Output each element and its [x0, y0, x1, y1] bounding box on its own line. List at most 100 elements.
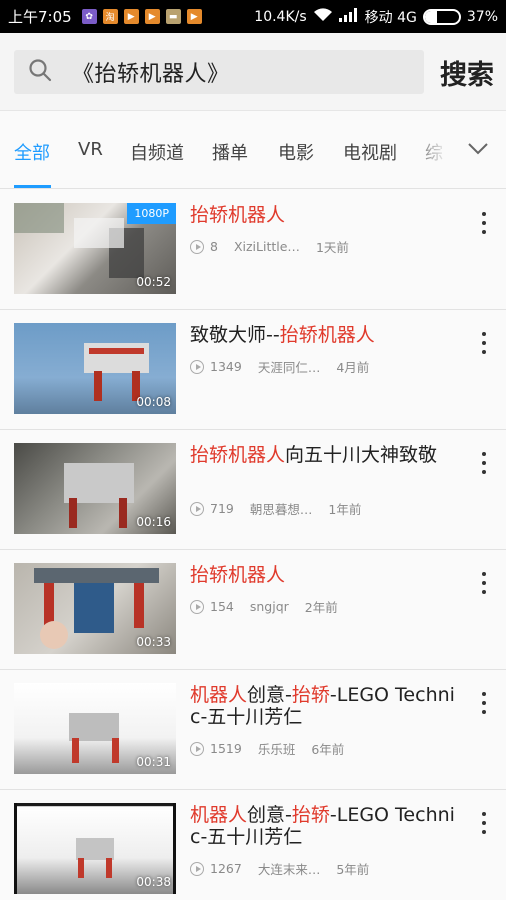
uploader-name: 朝思暮想… — [249, 502, 313, 517]
video-item[interactable]: 00:38 机器人创意-抬轿-LEGO Technic-五十川芳仁 1267 大… — [0, 790, 506, 900]
video-title-text: 抬轿机器人 — [190, 564, 286, 586]
upload-time: 4月前 — [336, 360, 370, 375]
tab-vr[interactable]: VR — [78, 139, 103, 160]
battery-icon — [422, 8, 461, 25]
video-title-text: 致敬大师--抬轿机器人 — [190, 324, 375, 346]
video-duration: 00:08 — [136, 395, 171, 409]
play-count-icon — [190, 861, 204, 876]
title-rest: 致敬大师-- — [190, 324, 280, 346]
video-duration: 00:16 — [136, 515, 171, 529]
tabs-fade — [408, 121, 448, 177]
video-meta: 1519 乐乐班 6年前 — [190, 739, 344, 758]
title-highlight: 机器人 — [190, 804, 248, 826]
uploader-name: 天涯同仁… — [257, 360, 321, 375]
active-tab-indicator — [14, 185, 51, 188]
play-count-icon — [190, 501, 204, 516]
category-tabs: 全部 VR 自频道 播单 电影 电视剧 综 — [0, 111, 506, 189]
status-bar: 上午7:05 ✿ 淘 ▶ ▶ ▬ ▶ 10.4K/s 移动 4G 37% — [0, 0, 506, 33]
video-item[interactable]: 00:33 抬轿机器人 154 sngjqr 2年前 — [0, 550, 506, 670]
title-rest: 向五十川大神致敬 — [285, 444, 438, 466]
video-meta: 8 XiziLittle… 1天前 — [190, 237, 349, 256]
video-item[interactable]: 1080P 00:52 抬轿机器人 8 XiziLittle… 1天前 — [0, 190, 506, 310]
tab-all[interactable]: 全部 — [14, 139, 50, 165]
video-duration: 00:52 — [136, 275, 171, 289]
tab-self-channel[interactable]: 自频道 — [130, 139, 184, 165]
video-title-text: 抬轿机器人 — [190, 204, 286, 226]
video-meta: 154 sngjqr 2年前 — [190, 597, 338, 616]
tabs-expand-button[interactable] — [450, 121, 506, 177]
view-count: 1519 — [210, 741, 242, 756]
view-count: 1349 — [210, 359, 242, 374]
video-thumbnail[interactable]: 00:16 — [14, 443, 176, 534]
tab-movie[interactable]: 电影 — [278, 139, 314, 165]
video-list: 1080P 00:52 抬轿机器人 8 XiziLittle… 1天前 00:0… — [0, 190, 506, 900]
view-count: 154 — [210, 599, 234, 614]
more-options-icon[interactable] — [478, 452, 490, 474]
title-highlight: 抬轿 — [291, 684, 330, 706]
play-count-icon — [190, 359, 204, 374]
search-input[interactable]: 《抬轿机器人》 — [14, 50, 424, 94]
video-thumbnail[interactable]: 00:33 — [14, 563, 176, 654]
video-title[interactable]: 机器人创意-抬轿-LEGO Technic-五十川芳仁 — [190, 804, 455, 848]
upload-time: 1年前 — [328, 502, 362, 517]
video-item[interactable]: 00:31 机器人创意-抬轿-LEGO Technic-五十川芳仁 1519 乐… — [0, 670, 506, 790]
resolution-badge: 1080P — [127, 203, 176, 224]
view-count: 8 — [210, 239, 218, 254]
video-notification-icon-2: ▶ — [144, 9, 160, 24]
upload-time: 1天前 — [315, 240, 349, 255]
signal-icon — [338, 7, 359, 26]
video-meta: 1267 大连末来… 5年前 — [190, 859, 369, 878]
video-thumbnail[interactable]: 1080P 00:52 — [14, 203, 176, 294]
view-count: 719 — [210, 501, 234, 516]
more-options-icon[interactable] — [478, 212, 490, 234]
video-thumbnail[interactable]: 00:31 — [14, 683, 176, 774]
video-item[interactable]: 00:08 致敬大师--抬轿机器人 1349 天涯同仁… 4月前 — [0, 310, 506, 430]
video-title[interactable]: 抬轿机器人 — [190, 204, 455, 226]
search-query: 《抬轿机器人》 — [72, 62, 230, 87]
video-duration: 00:31 — [136, 755, 171, 769]
gallery-notification-icon: ▬ — [165, 9, 181, 24]
play-count-icon — [190, 741, 204, 756]
uploader-name: XiziLittle… — [233, 239, 300, 254]
video-item[interactable]: 00:16 抬轿机器人向五十川大神致敬 719 朝思暮想… 1年前 — [0, 430, 506, 550]
network-speed: 10.4K/s — [254, 8, 307, 25]
video-thumbnail[interactable]: 00:38 — [14, 803, 176, 894]
carrier-label: 移动 4G — [364, 9, 417, 26]
video-title[interactable]: 机器人创意-抬轿-LEGO Technic-五十川芳仁 — [190, 684, 455, 728]
video-duration: 00:33 — [136, 635, 171, 649]
video-title[interactable]: 抬轿机器人 — [190, 564, 455, 586]
more-options-icon[interactable] — [478, 812, 490, 834]
upload-time: 2年前 — [304, 600, 338, 615]
play-count-icon — [190, 599, 204, 614]
video-thumbnail[interactable]: 00:08 — [14, 323, 176, 414]
uploader-name: 乐乐班 — [257, 742, 296, 757]
title-highlight: 抬轿 — [291, 804, 330, 826]
search-bar: 《抬轿机器人》 搜索 — [0, 33, 506, 111]
uploader-name: sngjqr — [249, 599, 289, 614]
tab-playlist[interactable]: 播单 — [212, 139, 248, 165]
more-options-icon[interactable] — [478, 692, 490, 714]
video-notification-icon: ▶ — [123, 9, 139, 24]
title-rest: 创意- — [247, 804, 292, 826]
video-meta: 1349 天涯同仁… 4月前 — [190, 357, 369, 376]
search-icon — [28, 58, 52, 86]
uploader-name: 大连末来… — [257, 862, 321, 877]
video-notification-icon-3: ▶ — [186, 9, 202, 24]
more-options-icon[interactable] — [478, 332, 490, 354]
more-options-icon[interactable] — [478, 572, 490, 594]
view-count: 1267 — [210, 861, 242, 876]
video-duration: 00:38 — [136, 875, 171, 889]
app-notification-icon: ✿ — [81, 9, 97, 24]
tab-tv-series[interactable]: 电视剧 — [343, 139, 397, 165]
video-title[interactable]: 抬轿机器人向五十川大神致敬 — [190, 444, 455, 466]
title-highlight: 抬轿机器人 — [279, 324, 375, 346]
upload-time: 5年前 — [336, 862, 370, 877]
taobao-notification-icon: 淘 — [102, 9, 118, 24]
search-button[interactable]: 搜索 — [440, 53, 494, 92]
title-highlight: 抬轿机器人 — [190, 444, 286, 466]
title-highlight: 机器人 — [190, 684, 248, 706]
upload-time: 6年前 — [311, 742, 345, 757]
battery-percent: 37% — [466, 8, 498, 25]
status-time: 上午7:05 — [8, 8, 72, 26]
video-title[interactable]: 致敬大师--抬轿机器人 — [190, 324, 455, 346]
